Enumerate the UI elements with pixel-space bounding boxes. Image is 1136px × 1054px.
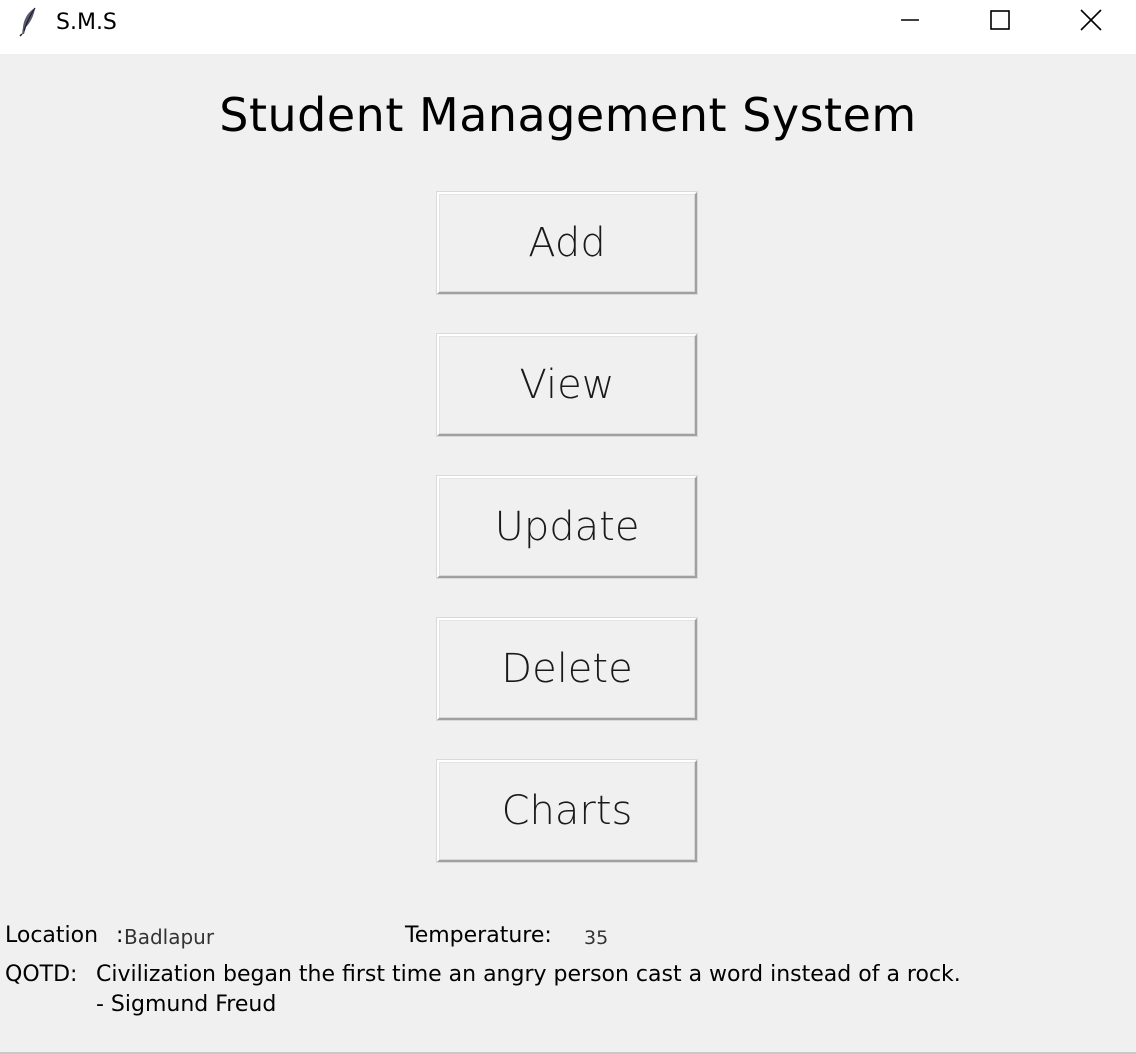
title-bar[interactable]: S.M.S bbox=[0, 0, 1136, 54]
qotd-quote: Civilization began the first time an ang… bbox=[96, 962, 961, 987]
location-separator: : bbox=[116, 923, 124, 948]
minimize-button[interactable] bbox=[865, 0, 955, 44]
close-button[interactable] bbox=[1046, 0, 1136, 44]
minimize-icon bbox=[900, 10, 920, 34]
delete-button[interactable]: Delete bbox=[437, 618, 697, 720]
view-button[interactable]: View bbox=[437, 334, 697, 436]
update-button[interactable]: Update bbox=[437, 476, 697, 578]
page-title: Student Management System bbox=[219, 88, 917, 142]
qotd-author: - Sigmund Freud bbox=[96, 992, 277, 1017]
qotd-label: QOTD: bbox=[5, 962, 78, 987]
app-window: S.M.S Student Management System Add View… bbox=[0, 0, 1136, 1054]
window-title: S.M.S bbox=[56, 10, 117, 35]
temperature-label: Temperature: bbox=[405, 923, 552, 948]
temperature-value: 35 bbox=[584, 927, 609, 949]
add-button[interactable]: Add bbox=[437, 192, 697, 294]
feather-icon bbox=[18, 7, 40, 37]
location-label: Location bbox=[5, 923, 99, 948]
maximize-button[interactable] bbox=[955, 0, 1045, 44]
maximize-icon bbox=[990, 10, 1010, 34]
close-icon bbox=[1080, 9, 1102, 35]
charts-button[interactable]: Charts bbox=[437, 760, 697, 862]
location-value: Badlapur bbox=[124, 925, 215, 949]
